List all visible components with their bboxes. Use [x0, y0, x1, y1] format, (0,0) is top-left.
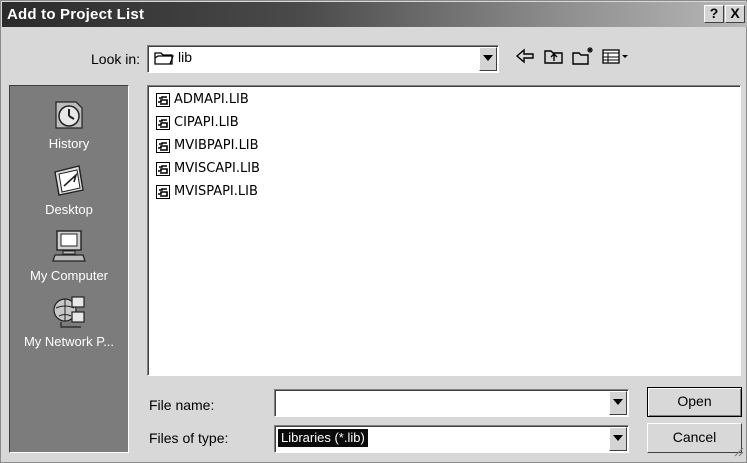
files-of-type-dropdown-button[interactable]	[609, 427, 627, 451]
add-to-project-dialog: Add to Project List ? X Look in: lib His…	[0, 0, 747, 463]
place-desktop[interactable]: Desktop	[10, 162, 128, 217]
desktop-icon	[10, 162, 128, 198]
place-my-computer[interactable]: My Computer	[10, 228, 128, 283]
new-folder-icon[interactable]	[571, 45, 595, 67]
file-name: ADMAPI.LIB	[174, 92, 249, 107]
file-name-dropdown-button[interactable]	[609, 391, 627, 415]
files-of-type-combobox[interactable]: Libraries (*.lib)	[274, 425, 629, 453]
dialog-title: Add to Project List	[7, 6, 145, 23]
files-of-type-label: Files of type:	[149, 430, 229, 446]
back-arrow-icon[interactable]	[513, 45, 537, 67]
resize-grip-icon[interactable]	[732, 444, 744, 460]
close-button[interactable]: X	[725, 5, 745, 23]
up-folder-icon[interactable]	[542, 45, 566, 67]
open-button[interactable]: Open	[647, 387, 742, 417]
files-of-type-value: Libraries (*.lib)	[278, 429, 368, 447]
file-name-label: File name:	[149, 397, 215, 413]
place-history[interactable]: History	[10, 96, 128, 151]
history-icon	[10, 96, 128, 132]
look-in-dropdown-button[interactable]	[479, 47, 497, 71]
file-name-input[interactable]	[277, 392, 606, 414]
library-file-icon	[156, 116, 170, 137]
file-list[interactable]: ADMAPI.LIB CIPAPI.LIB MVIBPAPI.LIB MVISC…	[147, 85, 741, 376]
place-label-history: History	[48, 136, 90, 151]
my-computer-icon	[10, 228, 128, 264]
library-file-icon	[156, 162, 170, 183]
title-bar[interactable]: Add to Project List ? X	[2, 2, 747, 27]
file-name: MVIBPAPI.LIB	[174, 138, 259, 153]
look-in-label: Look in:	[91, 51, 141, 67]
file-name: MVISCAPI.LIB	[174, 161, 260, 176]
view-menu-icon[interactable]	[601, 45, 631, 67]
help-button[interactable]: ?	[704, 5, 724, 23]
look-in-value: lib	[178, 49, 193, 65]
library-file-icon	[156, 139, 170, 160]
file-name: CIPAPI.LIB	[174, 115, 239, 130]
network-places-icon	[10, 294, 128, 330]
look-in-combobox[interactable]: lib	[147, 45, 499, 73]
library-file-icon	[156, 93, 170, 114]
folder-icon	[154, 50, 174, 69]
place-label-network: My Network P...	[23, 334, 115, 349]
place-label-desktop: Desktop	[45, 202, 93, 217]
place-network[interactable]: My Network P...	[10, 294, 128, 349]
cancel-button[interactable]: Cancel	[647, 423, 742, 453]
file-name-field[interactable]	[274, 389, 629, 417]
places-bar: History Desktop My Computer My Network P…	[9, 85, 129, 453]
place-label-my-computer: My Computer	[29, 268, 109, 283]
library-file-icon	[156, 185, 170, 206]
file-name: MVISPAPI.LIB	[174, 184, 258, 199]
